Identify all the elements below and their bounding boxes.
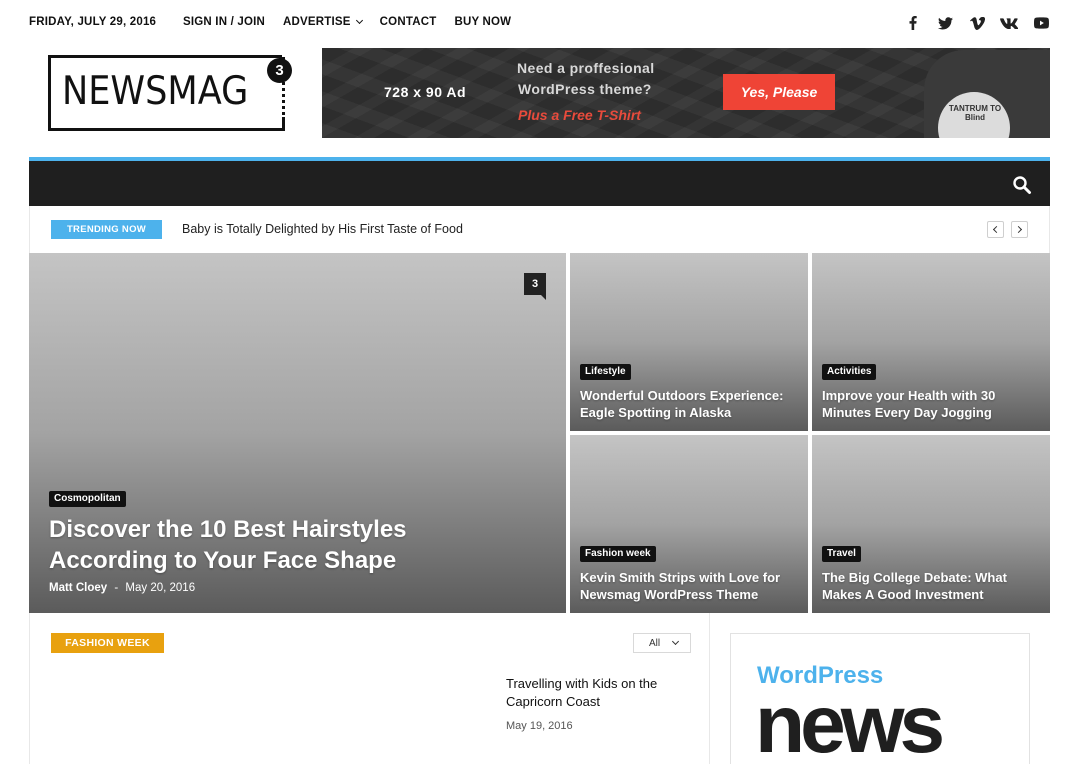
logo-frame-corner (282, 117, 285, 131)
vk-icon[interactable] (1000, 14, 1018, 32)
post-title[interactable]: Discover the 10 Best Hairstyles Accordin… (49, 514, 469, 576)
top-bar: FRIDAY, JULY 29, 2016 SIGN IN / JOIN ADV… (29, 0, 1050, 46)
advertise-label: ADVERTISE (283, 16, 351, 28)
logo-text: NEWSMAG (62, 69, 249, 114)
featured-post-main[interactable]: 3 Cosmopolitan Discover the 10 Best Hair… (29, 253, 566, 613)
post-category[interactable]: Travel (822, 546, 861, 562)
sign-in-link[interactable]: SIGN IN / JOIN (183, 16, 265, 28)
category-filter-dropdown[interactable]: All (633, 633, 691, 653)
featured-post-4[interactable]: Travel The Big College Debate: What Make… (812, 435, 1050, 613)
chevron-right-icon (1014, 225, 1023, 234)
comment-count[interactable]: 3 (524, 273, 546, 300)
sidebar-ad[interactable]: WordPress news (730, 633, 1030, 764)
fashion-week-section: FASHION WEEK All Travelling with Kids on… (29, 613, 710, 764)
trending-bar: TRENDING NOW Baby is Totally Delighted b… (29, 206, 1050, 253)
current-date: FRIDAY, JULY 29, 2016 (29, 16, 157, 28)
logo-badge: 3 (267, 58, 292, 83)
vimeo-icon[interactable] (968, 14, 986, 32)
twitter-icon[interactable] (936, 14, 954, 32)
search-icon[interactable] (1012, 175, 1032, 195)
post-category[interactable]: Cosmopolitan (49, 491, 126, 507)
tshirt-print-text: TANTRUM TO Blind (948, 104, 1002, 122)
header-ad-banner[interactable]: 728 x 90 Ad Need a proffesional WordPres… (322, 48, 1050, 138)
post-category[interactable]: Fashion week (580, 546, 656, 562)
trending-label: TRENDING NOW (51, 220, 162, 239)
meta-separator: - (114, 582, 119, 594)
post-category[interactable]: Lifestyle (580, 364, 631, 380)
buy-now-link[interactable]: BUY NOW (454, 16, 511, 28)
filter-value: All (649, 637, 661, 649)
post-author[interactable]: Matt Cloey (49, 582, 107, 594)
post-title[interactable]: The Big College Debate: What Makes A Goo… (822, 569, 1037, 603)
site-logo[interactable]: NEWSMAG 3 (48, 55, 292, 131)
ad-subline: Plus a Free T-Shirt (518, 107, 641, 123)
featured-post-2[interactable]: Activities Improve your Health with 30 M… (812, 253, 1050, 431)
contact-link[interactable]: CONTACT (380, 16, 437, 28)
post-category[interactable]: Activities (822, 364, 877, 380)
trending-headline[interactable]: Baby is Totally Delighted by His First T… (182, 222, 463, 236)
trending-prev-button[interactable] (987, 221, 1004, 238)
post-date: May 20, 2016 (125, 582, 196, 594)
social-links (904, 14, 1050, 32)
post-title[interactable]: Travelling with Kids on the Capricorn Co… (506, 675, 696, 711)
ad-size-label: 728 x 90 Ad (384, 84, 467, 100)
ad-cta-button[interactable]: Yes, Please (723, 74, 835, 110)
chevron-down-icon (355, 16, 363, 25)
chevron-down-icon (671, 637, 680, 646)
main-navigation (29, 157, 1050, 206)
post-meta: Matt Cloey - May 20, 2016 (49, 582, 195, 594)
advertise-menu[interactable]: ADVERTISE (283, 16, 363, 28)
featured-post-3[interactable]: Fashion week Kevin Smith Strips with Lov… (570, 435, 808, 613)
chevron-left-icon (992, 225, 1001, 234)
post-date: May 19, 2016 (506, 720, 573, 732)
featured-post-1[interactable]: Lifestyle Wonderful Outdoors Experience:… (570, 253, 808, 431)
ad-headline-2: WordPress theme? (518, 81, 652, 97)
trending-next-button[interactable] (1011, 221, 1028, 238)
post-title[interactable]: Improve your Health with 30 Minutes Ever… (822, 387, 1037, 421)
ad-headline-1: Need a proffesional (517, 60, 655, 76)
sidebar-ad-news: news (755, 679, 945, 764)
post-title[interactable]: Kevin Smith Strips with Love for Newsmag… (580, 569, 795, 603)
youtube-icon[interactable] (1032, 14, 1050, 32)
facebook-icon[interactable] (904, 14, 922, 32)
section-label[interactable]: FASHION WEEK (51, 633, 164, 653)
post-title[interactable]: Wonderful Outdoors Experience: Eagle Spo… (580, 387, 795, 421)
top-menu: SIGN IN / JOIN ADVERTISE CONTACT BUY NOW (183, 16, 511, 28)
